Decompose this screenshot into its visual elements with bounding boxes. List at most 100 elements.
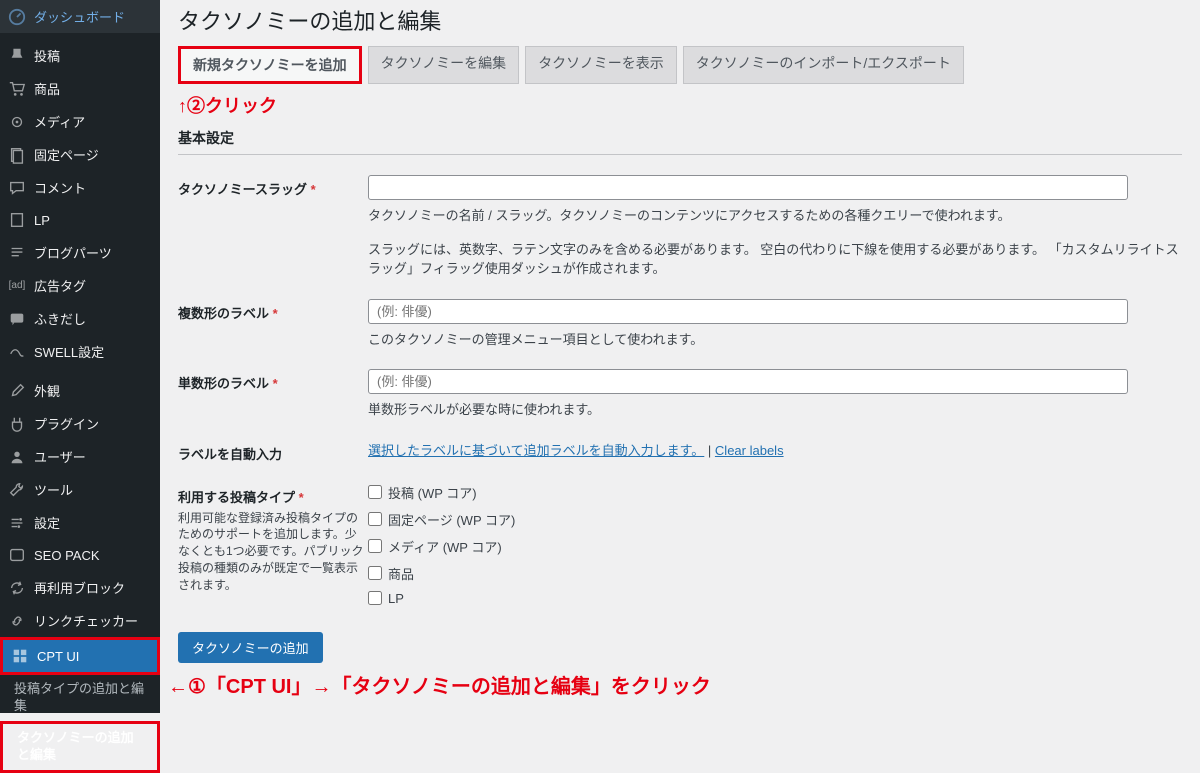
menu-fukidashi[interactable]: ふきだし xyxy=(0,302,160,335)
tab-nav: 新規タクソノミーを追加 タクソノミーを編集 タクソノミーを表示 タクソノミーのイ… xyxy=(178,46,1182,84)
chk-label: LP xyxy=(388,591,404,606)
tab-view[interactable]: タクソノミーを表示 xyxy=(525,46,677,84)
submenu-add-taxonomy[interactable]: タクソノミーの追加と編集 xyxy=(0,721,160,773)
input-plural[interactable] xyxy=(368,299,1128,324)
link-separator: | xyxy=(704,443,715,458)
dashboard-icon xyxy=(8,8,26,26)
chk-page[interactable] xyxy=(368,512,382,526)
tab-import-export[interactable]: タクソノミーのインポート/エクスポート xyxy=(683,46,964,84)
menu-blogparts[interactable]: ブログパーツ xyxy=(0,236,160,269)
menu-label: ツール xyxy=(34,480,73,499)
submit-add-taxonomy[interactable]: タクソノミーの追加 xyxy=(178,632,323,663)
menu-dashboard[interactable]: ダッシュボード xyxy=(0,0,160,33)
menu-seopack[interactable]: SEO PACK xyxy=(0,539,160,571)
cpt-icon xyxy=(11,647,29,665)
menu-linkchecker[interactable]: リンクチェッカー xyxy=(0,604,160,637)
menu-posts[interactable]: 投稿 xyxy=(0,39,160,72)
chk-media[interactable] xyxy=(368,539,382,553)
menu-label: 再利用ブロック xyxy=(34,578,125,597)
menu-label: LP xyxy=(34,213,50,228)
main-content: タクソノミーの追加と編集 新規タクソノミーを追加 タクソノミーを編集 タクソノミ… xyxy=(160,0,1200,713)
input-singular[interactable] xyxy=(368,369,1128,394)
menu-label: ユーザー xyxy=(34,447,86,466)
menu-users[interactable]: ユーザー xyxy=(0,440,160,473)
menu-tools[interactable]: ツール xyxy=(0,473,160,506)
menu-ad[interactable]: [ad] 広告タグ xyxy=(0,269,160,302)
menu-swell[interactable]: SWELL設定 xyxy=(0,335,160,368)
menu-plugins[interactable]: プラグイン xyxy=(0,407,160,440)
menu-label: 外観 xyxy=(34,381,60,400)
menu-label: ふきだし xyxy=(34,309,86,328)
menu-media[interactable]: メディア xyxy=(0,105,160,138)
desc-singular: 単数形ラベルが必要な時に使われます。 xyxy=(368,400,1182,420)
help-post-types: 利用可能な登録済み投稿タイプのためのサポートを追加します。少なくとも1つ必要です… xyxy=(178,510,368,594)
tool-icon xyxy=(8,481,26,499)
section-basic-settings: 基本設定 xyxy=(178,122,1182,155)
menu-products[interactable]: 商品 xyxy=(0,72,160,105)
seo-icon xyxy=(8,546,26,564)
menu-label: 設定 xyxy=(34,513,60,532)
admin-sidebar: ダッシュボード 投稿 商品 メディア 固定ページ コメント LP ブログパーツ … xyxy=(0,0,160,713)
chk-product[interactable] xyxy=(368,566,382,580)
menu-reusable[interactable]: 再利用ブロック xyxy=(0,571,160,604)
ad-icon: [ad] xyxy=(8,277,26,295)
annotation-step2: ↑②クリック xyxy=(178,88,1182,122)
input-slug[interactable] xyxy=(368,175,1128,200)
menu-label: 投稿 xyxy=(34,46,60,65)
menu-label: コメント xyxy=(34,178,86,197)
desc-slug-2: スラッグには、英数字、ラテン文字のみを含める必要があります。 空白の代わりに下線… xyxy=(368,240,1182,279)
desc-plural: このタクソノミーの管理メニュー項目として使われます。 xyxy=(368,330,1182,350)
menu-lp[interactable]: LP xyxy=(0,204,160,236)
tab-edit[interactable]: タクソノミーを編集 xyxy=(368,46,520,84)
menu-settings[interactable]: 設定 xyxy=(0,506,160,539)
menu-comments[interactable]: コメント xyxy=(0,171,160,204)
comment-icon xyxy=(8,179,26,197)
brush-icon xyxy=(8,382,26,400)
text-icon xyxy=(8,244,26,262)
link-auto-populate[interactable]: 選択したラベルに基づいて追加ラベルを自動入力します。 xyxy=(368,443,704,458)
chk-label: 投稿 (WP コア) xyxy=(388,483,477,502)
label-plural: 複数形のラベル * xyxy=(178,299,368,322)
desc-slug-1: タクソノミーの名前 / スラッグ。タクソノミーのコンテンツにアクセスするための各… xyxy=(368,206,1182,226)
link-icon xyxy=(8,612,26,630)
menu-label: リンクチェッカー xyxy=(34,611,138,630)
settings-icon xyxy=(8,514,26,532)
label-slug: タクソノミースラッグ * xyxy=(178,175,368,198)
menu-label: プラグイン xyxy=(34,414,99,433)
menu-cpt-ui[interactable]: CPT UI xyxy=(0,637,160,675)
menu-label: 商品 xyxy=(34,79,60,98)
menu-label: 固定ページ xyxy=(34,145,99,164)
chk-label: 商品 xyxy=(388,564,414,583)
menu-label: 広告タグ xyxy=(34,276,86,295)
menu-label: ダッシュボード xyxy=(34,7,125,26)
cart-icon xyxy=(8,80,26,98)
menu-label: ブログパーツ xyxy=(34,243,112,262)
menu-label: SEO PACK xyxy=(34,548,100,563)
reuse-icon xyxy=(8,579,26,597)
menu-label: CPT UI xyxy=(37,649,79,664)
chk-label: 固定ページ (WP コア) xyxy=(388,510,515,529)
menu-label: メディア xyxy=(34,112,85,131)
plugin-icon xyxy=(8,415,26,433)
lp-icon xyxy=(8,211,26,229)
menu-pages[interactable]: 固定ページ xyxy=(0,138,160,171)
annotation-step1: ←①「CPT UI」→「タクソノミーの追加と編集」をクリック xyxy=(160,670,711,699)
page-icon xyxy=(8,146,26,164)
chk-lp[interactable] xyxy=(368,591,382,605)
media-icon xyxy=(8,113,26,131)
submenu-add-post-type[interactable]: 投稿タイプの追加と編集 xyxy=(0,675,160,721)
chk-label: メディア (WP コア) xyxy=(388,537,502,556)
chat-icon xyxy=(8,310,26,328)
link-clear-labels[interactable]: Clear labels xyxy=(715,443,784,458)
label-singular: 単数形のラベル * xyxy=(178,369,368,392)
label-auto: ラベルを自動入力 xyxy=(178,440,368,463)
page-title: タクソノミーの追加と編集 xyxy=(178,0,1182,46)
swell-icon xyxy=(8,343,26,361)
user-icon xyxy=(8,448,26,466)
menu-appearance[interactable]: 外観 xyxy=(0,374,160,407)
label-post-types: 利用する投稿タイプ * 利用可能な登録済み投稿タイプのためのサポートを追加します… xyxy=(178,483,368,594)
tab-add-new[interactable]: 新規タクソノミーを追加 xyxy=(178,46,362,84)
pin-icon xyxy=(8,47,26,65)
chk-post[interactable] xyxy=(368,485,382,499)
menu-label: SWELL設定 xyxy=(34,342,104,361)
